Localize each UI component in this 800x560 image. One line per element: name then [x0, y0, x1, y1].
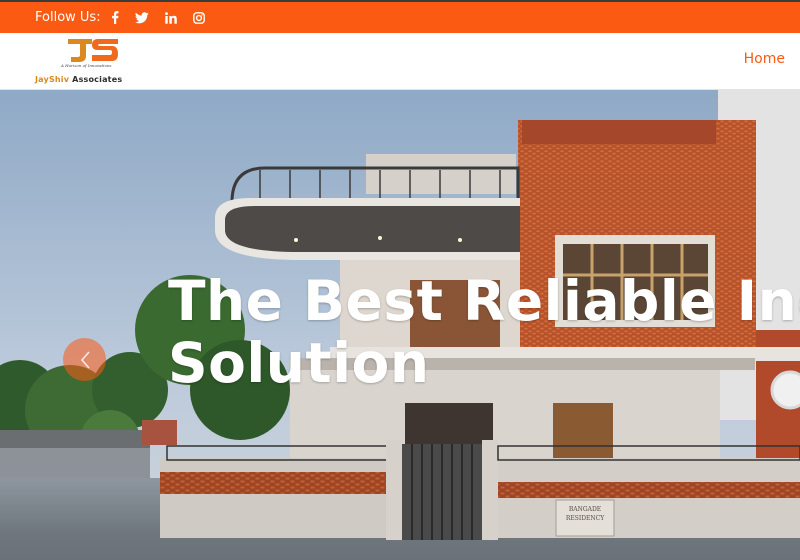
logo-tagline: A Horizon of Innovations	[61, 63, 112, 68]
hero-headline-line2: Solution	[168, 331, 430, 395]
twitter-icon[interactable]	[134, 11, 149, 24]
nameplate-line2: RESIDENCY	[566, 515, 605, 522]
logo-wordmark: JayShiv Associates	[35, 75, 122, 84]
social-links	[111, 11, 205, 24]
instagram-icon[interactable]	[192, 11, 205, 24]
logo-monogram	[68, 39, 118, 62]
follow-us-label: Follow Us:	[35, 10, 101, 25]
hero-slider: BANGADE RESIDENCY The Best Reliable Ind …	[0, 90, 800, 560]
top-bar: Follow Us:	[0, 0, 800, 33]
nav-home-link[interactable]: Home	[744, 51, 785, 67]
hero-headline: The Best Reliable Ind Solution	[168, 270, 800, 394]
linkedin-icon[interactable]	[164, 11, 177, 24]
chevron-left-icon	[80, 350, 90, 369]
slider-prev-button[interactable]	[63, 338, 106, 381]
site-logo[interactable]: A Horizon of Innovations JayShiv Associa…	[33, 35, 153, 87]
hero-headline-line1: The Best Reliable Ind	[168, 269, 800, 333]
logo-brand-suffix: Associates	[72, 75, 123, 84]
nameplate-line1: BANGADE	[569, 506, 601, 513]
site-header: A Horizon of Innovations JayShiv Associa…	[0, 33, 800, 90]
logo-brand-name: JayShiv	[35, 75, 70, 84]
facebook-icon[interactable]	[111, 11, 119, 24]
